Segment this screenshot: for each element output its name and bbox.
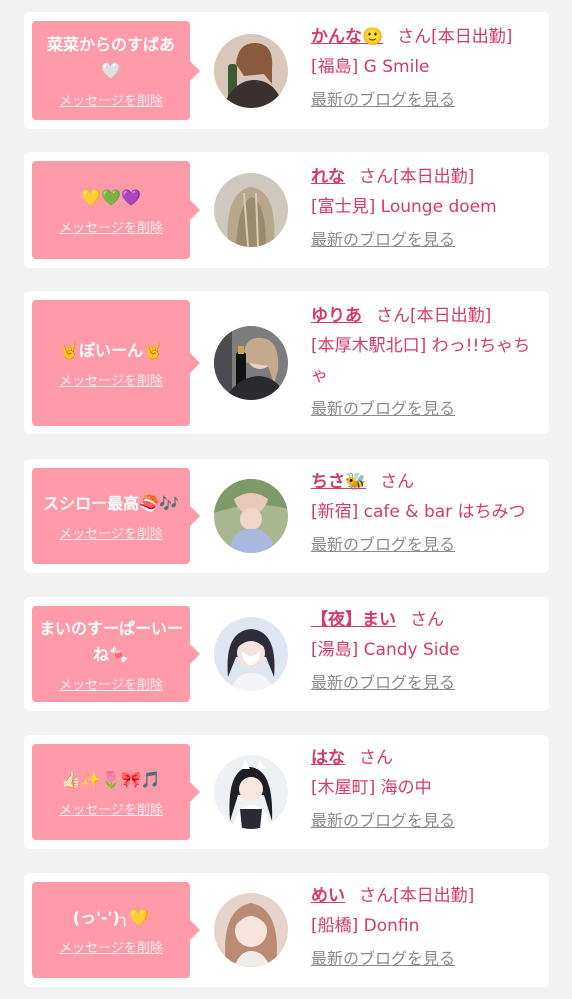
- cast-name-link[interactable]: はな: [311, 748, 345, 768]
- shop-name: [富士見] Lounge doem: [311, 197, 497, 217]
- avatar[interactable]: [214, 173, 288, 247]
- delete-message-link[interactable]: メッセージを削除: [59, 937, 163, 956]
- shop-name: [新宿] cafe & bar はちみつ: [311, 502, 526, 522]
- message-text: 菜菜からのすばあ🤍: [46, 35, 175, 80]
- cast-info: れな さん[本日出勤] [富士見] Lounge doem 最新のブログを見る: [311, 162, 541, 252]
- latest-blog-link[interactable]: 最新のブログを見る: [311, 88, 541, 112]
- status-badge: [本日出勤]: [431, 27, 513, 47]
- latest-blog-link[interactable]: 最新のブログを見る: [311, 533, 541, 557]
- avatar[interactable]: [214, 479, 288, 553]
- message-card: (っ'-')╮💛 メッセージを削除 めい さん[本日出勤] [船橋] Donfin…: [24, 873, 549, 987]
- latest-blog-link[interactable]: 最新のブログを見る: [311, 397, 541, 421]
- message-text: (っ'-')╮💛: [72, 907, 150, 927]
- message-text: 🤘ぽいーん🤘: [59, 340, 163, 360]
- shop-name: [本厚木駅北口] わっ!!ちゃちゃ: [311, 336, 531, 386]
- honorific: さん: [397, 27, 432, 47]
- honorific: さん: [410, 610, 444, 630]
- honorific: さん: [380, 472, 415, 492]
- profile-photo-icon: [214, 173, 288, 247]
- avatar[interactable]: [214, 34, 288, 108]
- avatar[interactable]: [214, 893, 288, 967]
- delete-message-link[interactable]: メッセージを削除: [59, 217, 163, 236]
- status-badge: [本日出勤]: [393, 886, 475, 906]
- honorific: さん: [359, 167, 393, 187]
- latest-blog-link[interactable]: 最新のブログを見る: [311, 947, 541, 971]
- message-card: 菜菜からのすばあ🤍 メッセージを削除 かんな🙂 さん[本日出勤] [福島] G S…: [24, 12, 549, 129]
- avatar[interactable]: [214, 326, 288, 400]
- profile-photo-icon: [214, 326, 288, 400]
- honorific: さん: [376, 306, 410, 326]
- latest-blog-link[interactable]: 最新のブログを見る: [311, 809, 541, 833]
- honorific: さん: [359, 748, 393, 768]
- cast-info: ゆりあ さん[本日出勤] [本厚木駅北口] わっ!!ちゃちゃ 最新のブログを見る: [311, 301, 541, 421]
- delete-message-link[interactable]: メッセージを削除: [59, 370, 163, 389]
- cast-name-link[interactable]: めい: [311, 886, 345, 906]
- profile-photo-icon: [214, 893, 288, 967]
- shop-name: [湯島] Candy Side: [311, 640, 460, 660]
- cast-name-link[interactable]: ちさ🐝: [311, 472, 366, 492]
- shop-name: [福島] G Smile: [311, 57, 430, 77]
- avatar[interactable]: [214, 755, 288, 829]
- cast-info: 【夜】まい さん [湯島] Candy Side 最新のブログを見る: [311, 605, 541, 695]
- honorific: さん: [359, 886, 393, 906]
- message-bubble: 👍🏻✨🌷🎀🎵 メッセージを削除: [32, 744, 200, 840]
- profile-photo-icon: [214, 479, 288, 553]
- avatar[interactable]: [214, 617, 288, 691]
- cast-name-link[interactable]: れな: [311, 167, 345, 187]
- message-card: まいのすーぱーいーね🍬 メッセージを削除 【夜】まい さん [湯島] Candy …: [24, 597, 549, 711]
- shop-name: [船橋] Donfin: [311, 916, 420, 936]
- status-badge: [本日出勤]: [393, 167, 475, 187]
- message-card: 💛💚💜 メッセージを削除 れな さん[本日出勤] [富士見] Lounge doe…: [24, 152, 549, 268]
- latest-blog-link[interactable]: 最新のブログを見る: [311, 671, 541, 695]
- message-bubble: (っ'-')╮💛 メッセージを削除: [32, 882, 200, 978]
- delete-message-link[interactable]: メッセージを削除: [59, 523, 163, 542]
- message-card: スシロー最高🍣🎶 メッセージを削除 ちさ🐝 さん [新宿] cafe & bar …: [24, 459, 549, 573]
- profile-photo-icon: [214, 617, 288, 691]
- message-bubble: 🤘ぽいーん🤘 メッセージを削除: [32, 300, 200, 426]
- message-text: まいのすーぱーいーね🍬: [38, 618, 183, 664]
- latest-blog-link[interactable]: 最新のブログを見る: [311, 228, 541, 252]
- message-text: 💛💚💜: [81, 187, 141, 207]
- cast-name-link[interactable]: かんな🙂: [311, 27, 383, 47]
- cast-info: はな さん [木屋町] 海の中 最新のブログを見る: [311, 743, 541, 833]
- message-list: 菜菜からのすばあ🤍 メッセージを削除 かんな🙂 さん[本日出勤] [福島] G S…: [0, 0, 572, 999]
- message-bubble: まいのすーぱーいーね🍬 メッセージを削除: [32, 606, 200, 702]
- delete-message-link[interactable]: メッセージを削除: [59, 674, 163, 693]
- message-card: 👍🏻✨🌷🎀🎵 メッセージを削除 はな さん [木屋町] 海の中 最新のブログを見る: [24, 735, 549, 849]
- message-text: スシロー最高🍣🎶: [43, 493, 179, 513]
- shop-name: [木屋町] 海の中: [311, 778, 432, 798]
- message-card: 🤘ぽいーん🤘 メッセージを削除 ゆりあ さん[本日出勤] [本厚木駅北口] わっ!…: [24, 291, 549, 434]
- message-bubble: 💛💚💜 メッセージを削除: [32, 161, 200, 259]
- delete-message-link[interactable]: メッセージを削除: [59, 90, 163, 109]
- profile-photo-icon: [214, 34, 288, 108]
- delete-message-link[interactable]: メッセージを削除: [59, 799, 163, 818]
- cast-info: かんな🙂 さん[本日出勤] [福島] G Smile 最新のブログを見る: [311, 22, 541, 112]
- message-bubble: スシロー最高🍣🎶 メッセージを削除: [32, 468, 200, 564]
- cast-name-link[interactable]: ゆりあ: [311, 306, 362, 326]
- message-bubble: 菜菜からのすばあ🤍 メッセージを削除: [32, 21, 200, 120]
- profile-photo-icon: [214, 755, 288, 829]
- cast-name-link[interactable]: 【夜】まい: [311, 610, 396, 630]
- status-badge: [本日出勤]: [410, 306, 492, 326]
- message-text: 👍🏻✨🌷🎀🎵: [61, 769, 161, 789]
- cast-info: ちさ🐝 さん [新宿] cafe & bar はちみつ 最新のブログを見る: [311, 467, 541, 557]
- cast-info: めい さん[本日出勤] [船橋] Donfin 最新のブログを見る: [311, 881, 541, 971]
